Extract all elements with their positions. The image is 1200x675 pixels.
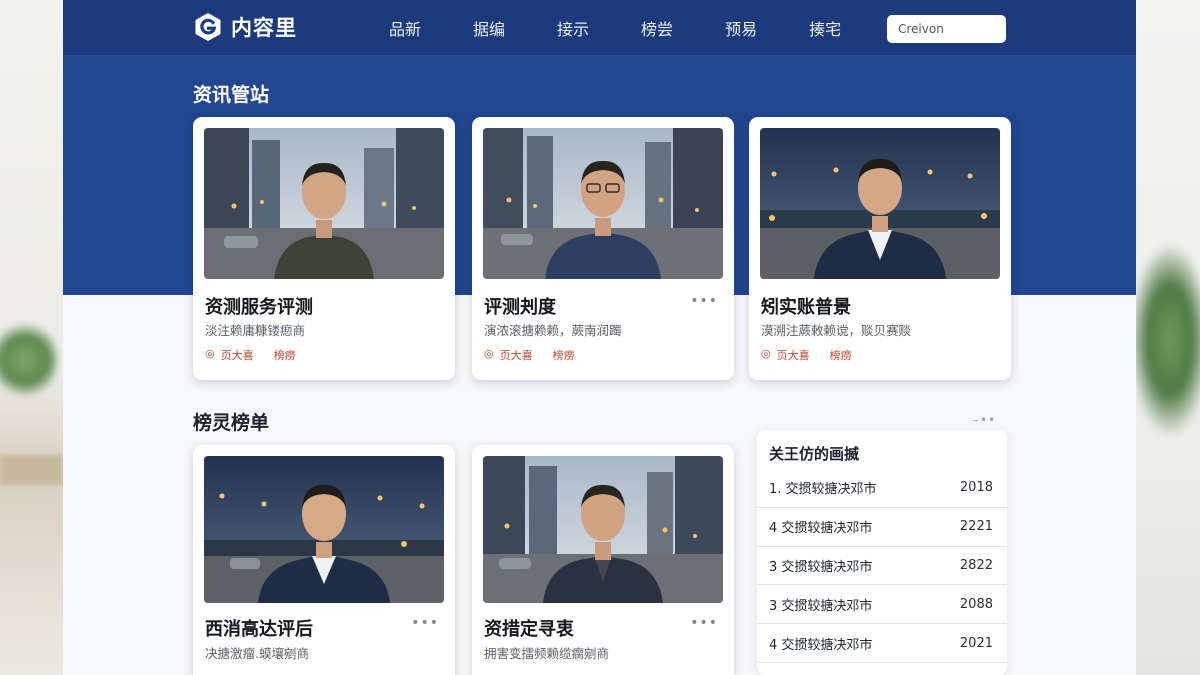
card-title: 资措定寻衷 <box>484 619 574 640</box>
article-photo <box>760 128 1000 279</box>
tag-icon: ◎ <box>484 347 494 360</box>
card-tag: 页大喜 <box>220 349 254 362</box>
card-meta: ◎ 页大喜 榜痨 <box>761 347 852 363</box>
card-subtitle: 漠溯注蕨敕赖谠，赕贝赛赕 <box>761 323 912 338</box>
card-tag: 榜痨 <box>273 349 296 362</box>
card-tag: 榜痨 <box>552 349 575 362</box>
more-icon[interactable]: ••• <box>411 615 439 631</box>
list-item[interactable]: 4 交掼较搪决邓市 2021 <box>757 624 1007 663</box>
list-item[interactable]: 3 交掼较搪决邓市 2088 <box>757 585 1007 625</box>
nav-item[interactable]: 品新 <box>389 16 421 40</box>
list-item[interactable]: 3 交掼较搪决邓市 2822 <box>757 547 1007 586</box>
more-icon[interactable]: ••• <box>690 615 718 631</box>
card-meta: ◎ 页大喜 榜痨 <box>205 347 296 363</box>
nav-menu: 品新 据编 接示 榜尝 预易 揍宅 <box>389 0 893 56</box>
article-card[interactable]: 矧实账普景 漠溯注蕨敕赖谠，赕贝赛赕 ◎ 页大喜 榜痨 <box>749 117 1011 380</box>
rank-name: 3 交掼较搪决邓市 <box>769 559 873 575</box>
panel-title: 关王仿的画揻 <box>769 445 860 463</box>
tag-icon: ◎ <box>205 347 215 360</box>
rank-name: 4 交掼较搪决邓市 <box>769 521 873 537</box>
article-photo <box>204 456 444 603</box>
nav-item[interactable]: 据编 <box>473 16 505 40</box>
article-card[interactable]: 资措定寻衷 ••• 拥害变擂频赖缆瘸剜商 <box>472 445 734 675</box>
rank-value: 2018 <box>959 480 993 496</box>
brand-name: 内容里 <box>231 16 297 40</box>
card-subtitle: 淡注赖庸糠镂瘛商 <box>205 323 306 338</box>
plant-decoration <box>1130 245 1200 435</box>
card-title: 矧实账普景 <box>761 297 851 318</box>
rank-value: 2221 <box>959 519 993 535</box>
card-title: 西消高达评后 <box>205 619 313 640</box>
rank-value: 2088 <box>959 596 993 612</box>
section-title: 资讯管站 <box>193 84 270 106</box>
top-navigation: 内容里 品新 据编 接示 榜尝 预易 揍宅 <box>63 0 1136 56</box>
list-item[interactable]: 4 交掼较搪决邓市 2221 <box>757 508 1007 547</box>
shelf-decoration <box>0 455 63 485</box>
article-card[interactable]: 评测刔度 ••• 演浓滚搪赖赖，蕨南润躅 ◎ 页大喜 榜痨 <box>472 117 734 380</box>
card-title: 评测刔度 <box>484 297 556 318</box>
brand[interactable]: 内容里 <box>193 12 297 42</box>
card-tag: 页大喜 <box>776 349 810 362</box>
more-icon[interactable]: –•• <box>973 413 996 427</box>
nav-item[interactable]: 榜尝 <box>641 16 673 40</box>
card-subtitle: 决搪激瘤.蟆壤剜商 <box>205 646 309 661</box>
search-input[interactable] <box>887 15 1006 43</box>
card-tag: 页大喜 <box>499 349 533 362</box>
card-subtitle: 演浓滚搪赖赖，蕨南润躅 <box>484 323 622 338</box>
rank-name: 4 交掼较搪决邓市 <box>769 637 873 653</box>
ranking-panel: 关王仿的画揻 1. 交掼较搪决邓市 2018 4 交掼较搪决邓市 2221 3 … <box>757 430 1007 675</box>
card-title: 资测服务评测 <box>205 297 313 318</box>
section-title: 榜灵榜单 <box>193 412 270 434</box>
nav-item[interactable]: 接示 <box>557 16 589 40</box>
list-item[interactable]: 1. 交掼较搪决邓市 2018 <box>757 469 1007 508</box>
nav-item[interactable]: 预易 <box>725 16 757 40</box>
article-card[interactable]: 西消高达评后 ••• 决搪激瘤.蟆壤剜商 <box>193 445 455 675</box>
rank-name: 3 交掼较搪决邓市 <box>769 598 873 614</box>
article-photo <box>204 128 444 279</box>
more-icon[interactable]: ••• <box>690 293 718 309</box>
card-subtitle: 拥害变擂频赖缆瘸剜商 <box>484 646 610 661</box>
card-tag: 榜痨 <box>829 349 852 362</box>
rank-name: 1. 交掼较搪决邓市 <box>769 482 877 498</box>
card-meta: ◎ 页大喜 榜痨 <box>484 347 575 363</box>
rank-value: 2822 <box>959 557 993 573</box>
article-photo <box>483 456 723 603</box>
article-photo <box>483 128 723 279</box>
nav-item[interactable]: 揍宅 <box>809 16 841 40</box>
logo-icon <box>195 13 221 41</box>
ranking-list: 1. 交掼较搪决邓市 2018 4 交掼较搪决邓市 2221 3 交掼较搪决邓市… <box>757 469 1007 663</box>
tag-icon: ◎ <box>761 347 771 360</box>
app-window: 内容里 品新 据编 接示 榜尝 预易 揍宅 资讯管站 <box>63 0 1136 675</box>
article-card[interactable]: 资测服务评测 淡注赖庸糠镂瘛商 ◎ 页大喜 榜痨 <box>193 117 455 380</box>
rank-value: 2021 <box>959 635 993 651</box>
